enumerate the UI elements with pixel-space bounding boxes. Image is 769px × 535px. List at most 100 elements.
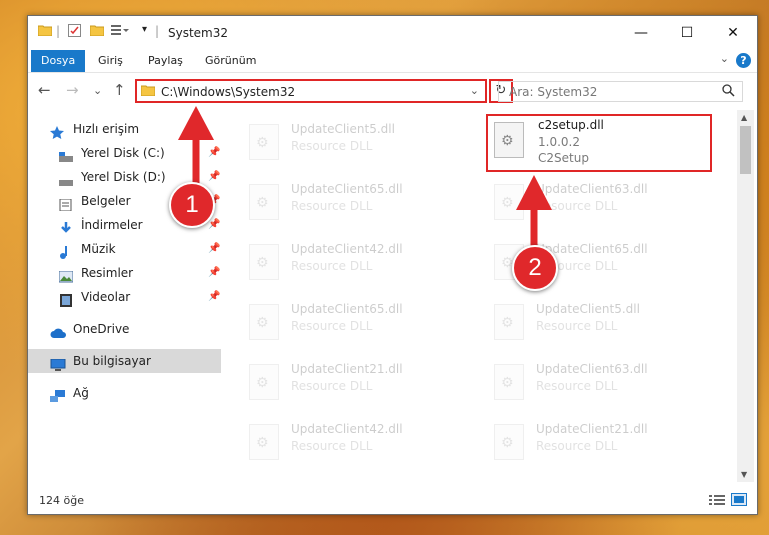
sidebar-item-videolar[interactable]: Videolar 📌 (28, 285, 221, 309)
navigation-pane: Hızlı erişim Yerel Disk (C:) 📌 Yerel Dis… (28, 110, 221, 482)
file-item[interactable]: ⚙ UpdateClient5.dll Resource DLL (241, 116, 471, 168)
video-icon (59, 291, 73, 307)
file-type: Resource DLL (291, 259, 373, 273)
scrollbar-thumb[interactable] (740, 126, 751, 174)
file-item[interactable]: ⚙ UpdateClient42.dll Resource DLL (241, 236, 471, 288)
file-item[interactable]: ⚙ UpdateClient5.dll Resource DLL (486, 296, 716, 348)
file-name: UpdateClient42.dll (291, 242, 403, 256)
help-icon[interactable]: ? (736, 53, 751, 68)
separator: | (56, 24, 61, 38)
sidebar-item-resimler[interactable]: Resimler 📌 (28, 261, 221, 285)
drive-icon (59, 171, 73, 186)
step-1-badge: 1 (169, 182, 215, 228)
sidebar-item-network[interactable]: Ağ (28, 381, 221, 405)
dll-file-icon: ⚙ (494, 304, 524, 340)
new-folder-icon[interactable] (89, 24, 105, 39)
sidebar-item-label: Müzik (81, 242, 116, 256)
file-item[interactable]: ⚙ UpdateClient65.dll Resource DLL (241, 176, 471, 228)
back-button[interactable]: ← (38, 81, 51, 99)
pin-icon: 📌 (208, 291, 221, 302)
sidebar-item-label: Yerel Disk (D:) (81, 170, 166, 184)
file-item[interactable]: ⚙ UpdateClient63.dll Resource DLL (486, 356, 716, 408)
dll-file-icon: ⚙ (494, 122, 524, 158)
large-icons-view-icon[interactable] (731, 493, 747, 509)
ribbon-tabs: Dosya Giriş Paylaş Görünüm ? ⌄ (28, 50, 757, 72)
sidebar-item-muzik[interactable]: Müzik 📌 (28, 237, 221, 261)
sidebar-item-this-pc[interactable]: Bu bilgisayar (28, 349, 221, 373)
sidebar-item-quick-access[interactable]: Hızlı erişim (28, 117, 221, 141)
dll-file-icon: ⚙ (249, 424, 279, 460)
dll-file-icon: ⚙ (249, 124, 279, 160)
maximize-button[interactable]: ☐ (664, 16, 710, 50)
file-type: Resource DLL (291, 199, 373, 213)
file-name: UpdateClient42.dll (291, 422, 403, 436)
pictures-icon (58, 267, 74, 283)
dll-file-icon: ⚙ (249, 364, 279, 400)
vertical-scrollbar[interactable]: ▲ ▼ (737, 110, 754, 482)
sidebar-item-label: Belgeler (81, 194, 131, 208)
network-icon (50, 387, 65, 402)
address-bar[interactable]: C:\Windows\System32 ⌄ (135, 79, 487, 103)
address-dropdown-icon[interactable]: ⌄ (470, 84, 479, 97)
search-input[interactable]: Ara: System32 (498, 81, 743, 102)
file-name: UpdateClient5.dll (291, 122, 395, 136)
file-item-c2setup[interactable]: ⚙ c2setup.dll 1.0.0.2 C2Setup (486, 114, 712, 172)
file-type: Resource DLL (291, 319, 373, 333)
up-button[interactable]: ↑ (113, 81, 126, 99)
view-options-icon[interactable] (111, 24, 129, 39)
pin-icon: 📌 (208, 243, 221, 254)
sidebar-item-label: Videolar (81, 290, 131, 304)
file-name: UpdateClient21.dll (536, 422, 648, 436)
dll-file-icon: ⚙ (494, 364, 524, 400)
scroll-down-icon[interactable]: ▼ (741, 470, 747, 479)
close-button[interactable]: ✕ (710, 16, 756, 50)
status-bar: 124 öğe (28, 490, 757, 512)
search-placeholder: Ara: System32 (509, 85, 598, 99)
file-type: Resource DLL (291, 139, 373, 153)
sidebar-item-label: Hızlı erişim (73, 122, 140, 136)
sidebar-item-onedrive[interactable]: OneDrive (28, 317, 221, 341)
sidebar-item-label: İndirmeler (81, 218, 143, 232)
tab-paylas[interactable]: Paylaş (138, 50, 193, 72)
file-item[interactable]: ⚙ UpdateClient21.dll Resource DLL (486, 416, 716, 468)
document-icon (59, 195, 73, 212)
item-count: 124 öğe (39, 494, 84, 507)
window-title: System32 (168, 26, 229, 40)
minimize-button[interactable]: — (618, 16, 664, 50)
cloud-icon (50, 323, 66, 338)
file-item[interactable]: ⚙ UpdateClient65.dll Resource DLL (241, 296, 471, 348)
sidebar-item-label: Bu bilgisayar (73, 354, 151, 368)
scroll-up-icon[interactable]: ▲ (741, 113, 747, 122)
drive-icon (59, 147, 73, 162)
folder-icon (37, 24, 53, 39)
sidebar-item-disk-c[interactable]: Yerel Disk (C:) 📌 (28, 141, 221, 165)
file-item[interactable]: ⚙ UpdateClient21.dll Resource DLL (241, 356, 471, 408)
file-item[interactable]: ⚙ UpdateClient63.dll Resource DLL (486, 176, 716, 228)
tab-dosya[interactable]: Dosya (31, 50, 86, 72)
recent-locations-button[interactable]: ⌄ (93, 84, 102, 97)
file-name: UpdateClient5.dll (536, 302, 640, 316)
file-name: UpdateClient63.dll (536, 182, 648, 196)
folder-icon (140, 84, 156, 99)
file-version: 1.0.0.2 (538, 135, 580, 149)
file-type: Resource DLL (536, 199, 618, 213)
tab-giris[interactable]: Giriş (88, 50, 133, 72)
file-item[interactable]: ⚙ UpdateClient42.dll Resource DLL (241, 416, 471, 468)
expand-ribbon-icon[interactable]: ⌄ (720, 52, 729, 65)
search-icon[interactable] (722, 84, 735, 100)
forward-button[interactable]: → (66, 81, 79, 99)
sidebar-item-label: OneDrive (73, 322, 130, 336)
file-type: Resource DLL (536, 319, 618, 333)
dll-file-icon: ⚙ (249, 184, 279, 220)
pin-icon: 📌 (208, 147, 221, 158)
properties-icon[interactable] (68, 24, 81, 40)
customize-toolbar-icon[interactable]: ▾ (142, 24, 147, 35)
pin-icon: 📌 (208, 267, 221, 278)
dll-file-icon: ⚙ (494, 424, 524, 460)
separator: | (155, 24, 160, 38)
tab-gorunum[interactable]: Görünüm (195, 50, 266, 72)
file-name: UpdateClient63.dll (536, 362, 648, 376)
dll-file-icon: ⚙ (494, 184, 524, 220)
file-list: ⚙ UpdateClient5.dll Resource DLL ⚙ Updat… (221, 110, 737, 482)
details-view-icon[interactable] (709, 494, 725, 509)
